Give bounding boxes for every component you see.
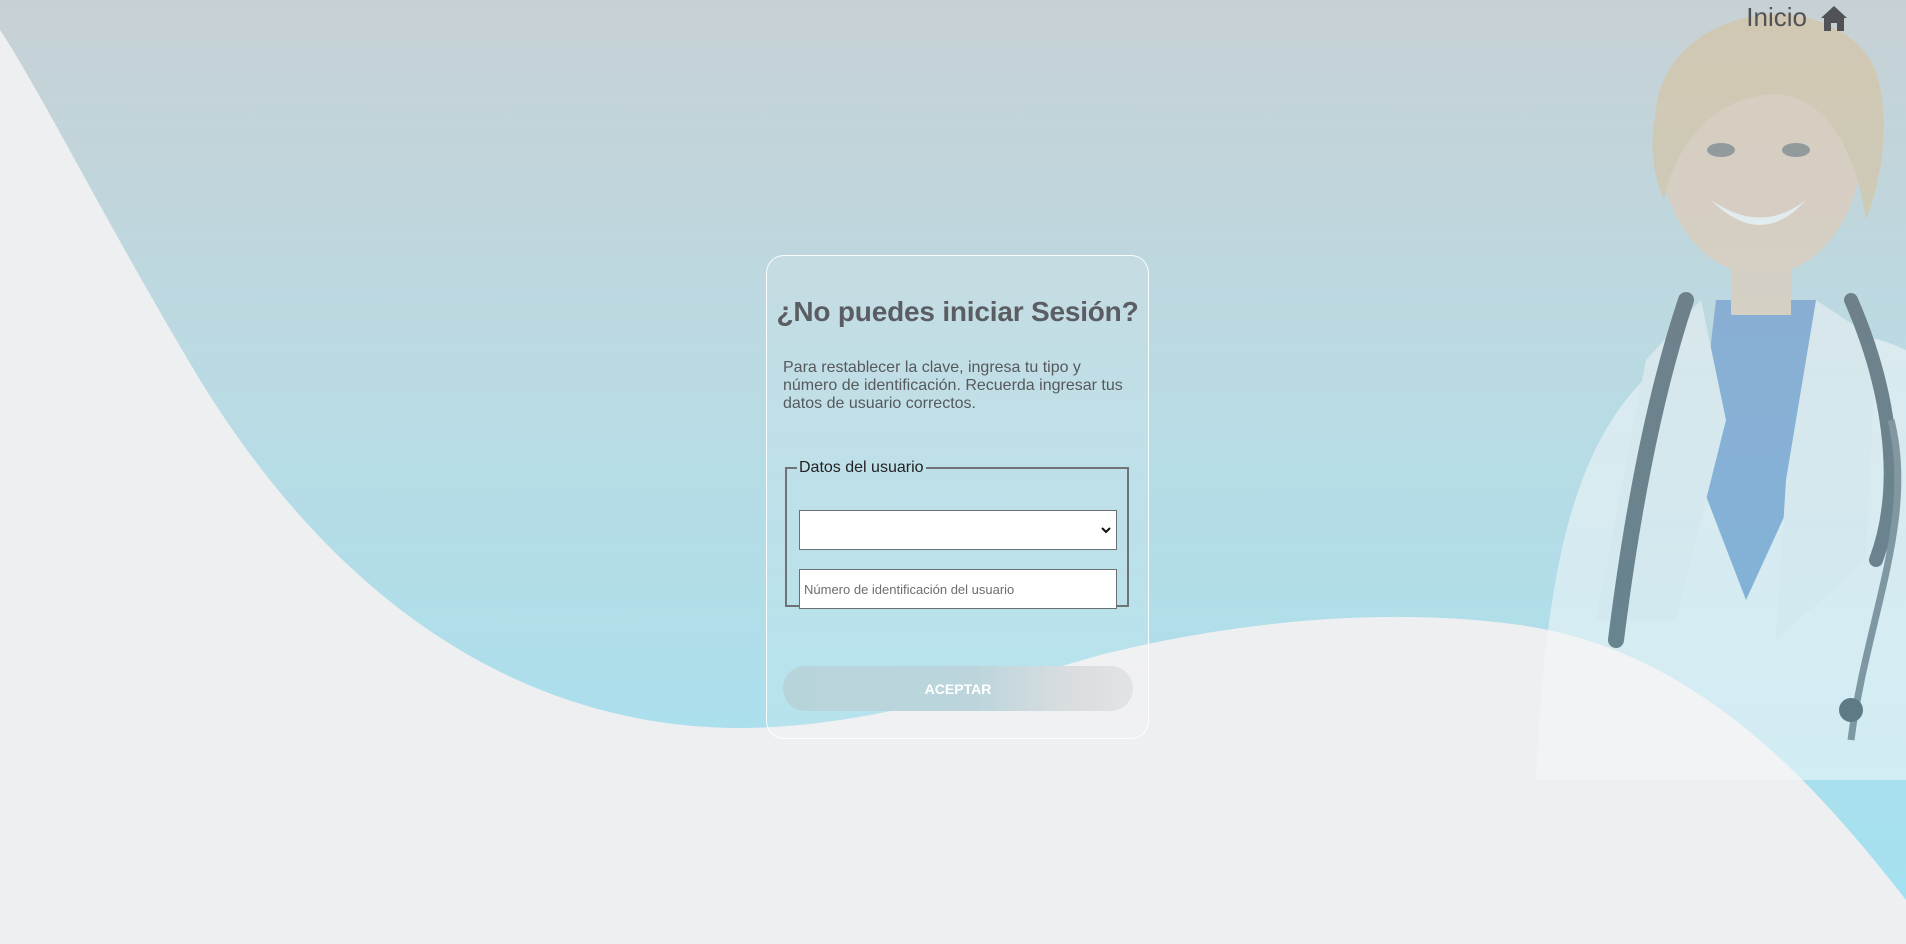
recover-password-card: ¿No puedes iniciar Sesión? Para restable… — [766, 255, 1149, 739]
accept-button[interactable]: ACEPTAR — [783, 666, 1133, 711]
id-type-select[interactable] — [799, 510, 1117, 550]
fieldset-legend: Datos del usuario — [799, 459, 924, 476]
home-link[interactable]: Inicio — [1746, 2, 1849, 33]
home-icon — [1821, 5, 1847, 31]
home-link-label: Inicio — [1746, 2, 1807, 32]
doctor-illustration — [1536, 14, 1906, 780]
chevron-down-icon — [1101, 527, 1111, 534]
card-title: ¿No puedes iniciar Sesión? — [776, 296, 1139, 327]
id-number-input[interactable] — [799, 569, 1117, 609]
user-data-fieldset: Datos del usuario — [785, 459, 1129, 609]
card-description: Para restablecer la clave, ingresa tu ti… — [783, 359, 1123, 412]
